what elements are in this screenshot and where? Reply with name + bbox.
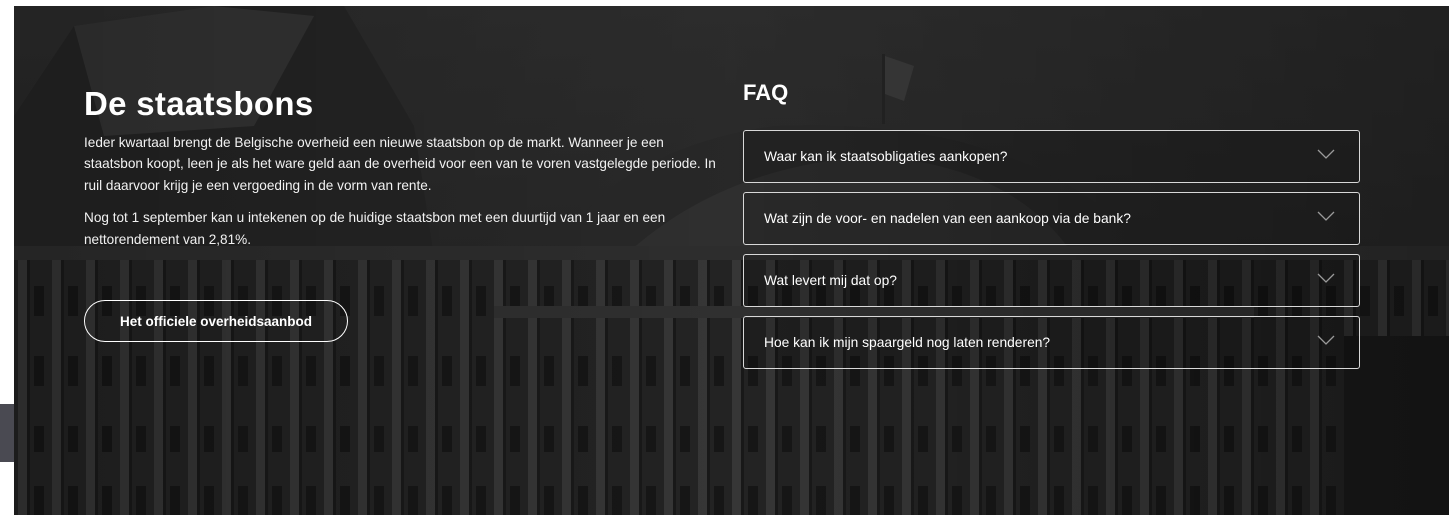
staatsbons-hero-section: De staatsbons Ieder kwartaal brengt de B… [14,6,1449,515]
chevron-down-icon [1317,273,1335,283]
offer-paragraph: Nog tot 1 september kan u intekenen op d… [84,210,666,247]
faq-question: Wat levert mij dat op? [764,273,897,288]
page-title: De staatsbons [84,85,314,122]
faq-question: Waar kan ik staatsobligaties aankopen? [764,149,1008,164]
faq-question: Hoe kan ik mijn spaargeld nog laten rend… [764,335,1051,350]
faq-item-returns[interactable]: Wat levert mij dat op? [743,254,1360,307]
faq-title: FAQ [743,80,789,105]
faq-item-bank-pros-cons[interactable]: Wat zijn de voor- en nadelen van een aan… [743,192,1360,245]
faq-question: Wat zijn de voor- en nadelen van een aan… [764,211,1131,226]
official-offer-button[interactable]: Het officiele overheidsaanbod [84,300,348,342]
chevron-down-icon [1317,335,1335,345]
side-tab[interactable] [0,404,14,462]
faq-item-savings[interactable]: Hoe kan ik mijn spaargeld nog laten rend… [743,316,1360,369]
intro-paragraph: Ieder kwartaal brengt de Belgische overh… [84,135,716,193]
intro-column: De staatsbons Ieder kwartaal brengt de B… [84,84,724,250]
chevron-down-icon [1317,211,1335,221]
chevron-down-icon [1317,149,1335,159]
faq-item-where-to-buy[interactable]: Waar kan ik staatsobligaties aankopen? [743,130,1360,183]
faq-section: FAQ Waar kan ik staatsobligaties aankope… [743,80,1360,378]
